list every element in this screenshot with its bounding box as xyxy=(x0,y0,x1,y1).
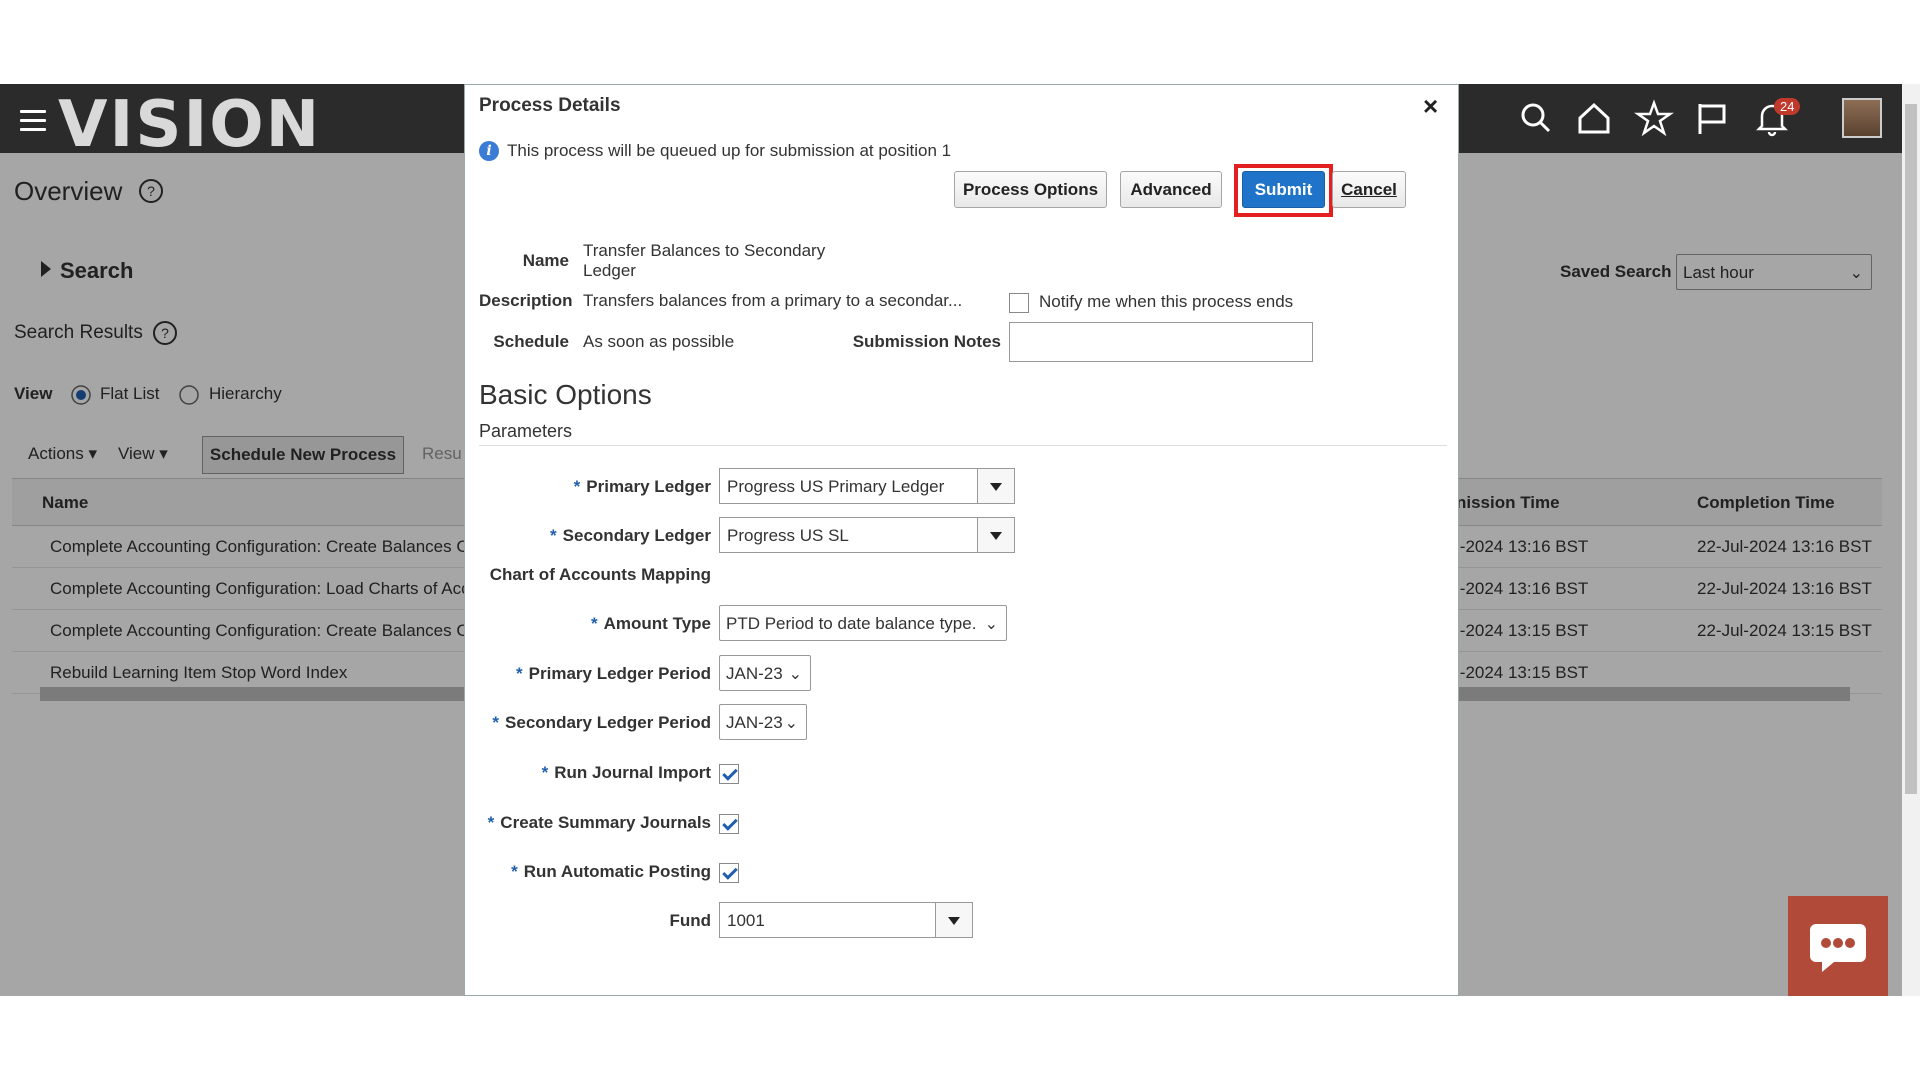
dropdown-arrow-icon xyxy=(977,518,1014,552)
section-divider xyxy=(479,445,1447,446)
coa-mapping-label: Chart of Accounts Mapping xyxy=(489,565,711,584)
dropdown-arrow-icon xyxy=(935,903,972,937)
dialog-title: Process Details xyxy=(479,95,621,116)
run-journal-import-label: * Run Journal Import xyxy=(541,763,711,782)
process-options-button[interactable]: Process Options xyxy=(954,171,1107,208)
queue-info-message: This process will be queued up for submi… xyxy=(507,141,952,160)
submit-highlight xyxy=(1234,164,1333,217)
cancel-button[interactable]: Cancel xyxy=(1332,171,1406,208)
parameters-title: Parameters xyxy=(479,421,573,441)
notification-badge: 24 xyxy=(1774,98,1801,115)
chat-button[interactable] xyxy=(1788,896,1888,996)
dropdown-arrow-icon xyxy=(977,469,1014,503)
name-value-line-2: Ledger xyxy=(583,261,636,280)
star-icon[interactable] xyxy=(1634,98,1674,138)
brand-logo: VISION xyxy=(58,88,322,162)
description-label: Description xyxy=(479,291,573,310)
submission-notes-input[interactable] xyxy=(1009,322,1313,362)
page-scrollbar[interactable] xyxy=(1902,84,1920,996)
fund-combobox[interactable]: 1001 xyxy=(719,902,973,938)
basic-options-title: Basic Options xyxy=(479,379,652,410)
search-icon[interactable] xyxy=(1516,98,1556,138)
run-journal-import-checkbox[interactable] xyxy=(719,764,739,784)
fund-label: Fund xyxy=(669,911,711,930)
user-avatar[interactable] xyxy=(1842,98,1882,138)
create-summary-journals-label: * Create Summary Journals xyxy=(487,813,711,832)
primary-ledger-combobox[interactable]: Progress US Primary Ledger xyxy=(719,468,1015,504)
amount-type-select[interactable]: PTD Period to date balance type. ⌄ xyxy=(719,605,1007,641)
primary-ledger-period-label: * Primary Ledger Period xyxy=(516,664,711,683)
submission-notes-label: Submission Notes xyxy=(852,332,1001,351)
run-automatic-posting-label: * Run Automatic Posting xyxy=(511,862,711,881)
info-icon: i xyxy=(479,141,499,161)
primary-ledger-label: * Primary Ledger xyxy=(573,477,711,496)
notify-checkbox[interactable] xyxy=(1009,293,1029,313)
create-summary-journals-checkbox[interactable] xyxy=(719,814,739,834)
secondary-ledger-label: * Secondary Ledger xyxy=(550,526,711,545)
process-details-dialog: Process Details × i This process will be… xyxy=(464,84,1459,996)
secondary-ledger-period-select[interactable]: JAN-23 ⌄ xyxy=(719,704,807,740)
secondary-ledger-period-label: * Secondary Ledger Period xyxy=(492,713,711,732)
home-icon[interactable] xyxy=(1574,98,1614,138)
schedule-label: Schedule xyxy=(493,332,569,351)
schedule-value: As soon as possible xyxy=(583,332,735,351)
advanced-button[interactable]: Advanced xyxy=(1120,171,1222,208)
secondary-ledger-combobox[interactable]: Progress US SL xyxy=(719,517,1015,553)
menu-icon[interactable] xyxy=(20,110,46,132)
primary-ledger-period-select[interactable]: JAN-23 ⌄ xyxy=(719,655,811,691)
amount-type-label: * Amount Type xyxy=(591,614,711,633)
name-label: Name xyxy=(522,251,569,270)
run-automatic-posting-checkbox[interactable] xyxy=(719,863,739,883)
description-value: Transfers balances from a primary to a s… xyxy=(583,291,963,310)
close-icon[interactable]: × xyxy=(1423,91,1438,122)
name-value-line-1: Transfer Balances to Secondary xyxy=(583,241,826,260)
notify-label: Notify me when this process ends xyxy=(1039,292,1294,311)
flag-icon[interactable] xyxy=(1692,98,1732,138)
chat-bubble-icon xyxy=(1810,924,1866,972)
